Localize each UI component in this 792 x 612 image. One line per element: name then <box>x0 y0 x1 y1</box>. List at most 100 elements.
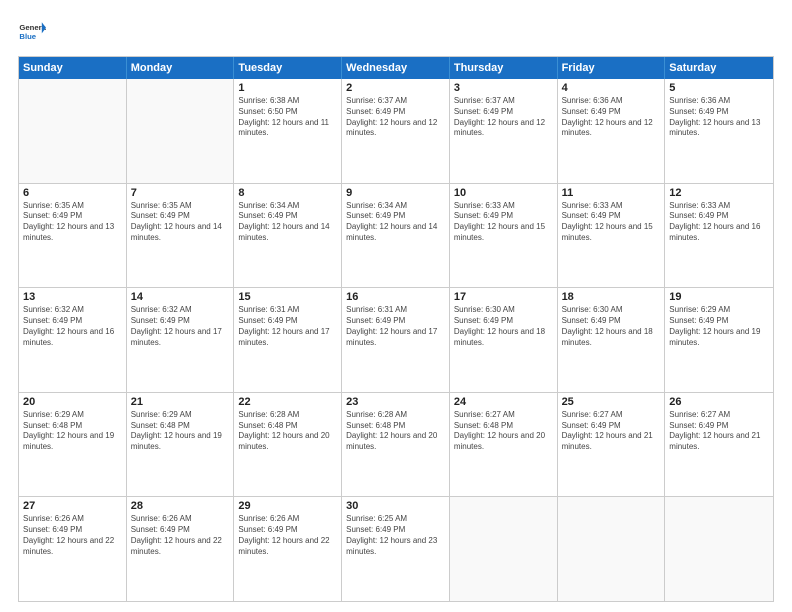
day-number: 28 <box>131 500 230 512</box>
day-number: 14 <box>131 291 230 303</box>
day-cell-17: 17 Sunrise: 6:30 AM Sunset: 6:49 PM Dayli… <box>450 288 558 392</box>
day-cell-20: 20 Sunrise: 6:29 AM Sunset: 6:48 PM Dayli… <box>19 393 127 497</box>
day-cell-18: 18Sunrise: 6:30 AM Sunset: 6:49 PM Dayli… <box>558 288 666 392</box>
day-number: 6 <box>23 187 122 199</box>
header: GeneralBlue <box>18 18 774 46</box>
day-number: 11 <box>562 187 661 199</box>
week-row-2: 6 Sunrise: 6:35 AM Sunset: 6:49 PM Daylig… <box>19 184 773 289</box>
header-day-tuesday: Tuesday <box>234 57 342 79</box>
day-info: Sunrise: 6:31 AM Sunset: 6:49 PM Dayligh… <box>238 305 337 348</box>
week-row-5: 27 Sunrise: 6:26 AM Sunset: 6:49 PM Dayli… <box>19 497 773 601</box>
day-number: 24 <box>454 396 553 408</box>
day-info: Sunrise: 6:27 AM Sunset: 6:49 PM Dayligh… <box>562 410 661 453</box>
day-info: Sunrise: 6:28 AM Sunset: 6:48 PM Dayligh… <box>238 410 337 453</box>
day-cell-15: 15 Sunrise: 6:31 AM Sunset: 6:49 PM Dayli… <box>234 288 342 392</box>
day-number: 1 <box>238 82 337 94</box>
day-number: 12 <box>669 187 769 199</box>
day-cell-23: 23 Sunrise: 6:28 AM Sunset: 6:48 PM Dayli… <box>342 393 450 497</box>
day-info: Sunrise: 6:33 AM Sunset: 6:49 PM Dayligh… <box>669 201 769 244</box>
day-cell-25: 25Sunrise: 6:27 AM Sunset: 6:49 PM Dayli… <box>558 393 666 497</box>
day-number: 19 <box>669 291 769 303</box>
day-cell-12: 12 Sunrise: 6:33 AM Sunset: 6:49 PM Dayli… <box>665 184 773 288</box>
day-info: Sunrise: 6:27 AM Sunset: 6:49 PM Dayligh… <box>669 410 769 453</box>
day-info: Sunrise: 6:26 AM Sunset: 6:49 PM Dayligh… <box>23 514 122 557</box>
day-number: 13 <box>23 291 122 303</box>
day-info: Sunrise: 6:34 AM Sunset: 6:49 PM Dayligh… <box>238 201 337 244</box>
day-cell-1: 1 Sunrise: 6:38 AM Sunset: 6:50 PM Daylig… <box>234 79 342 183</box>
day-number: 29 <box>238 500 337 512</box>
day-info: Sunrise: 6:36 AM Sunset: 6:49 PM Dayligh… <box>669 96 769 139</box>
day-cell-6: 6 Sunrise: 6:35 AM Sunset: 6:49 PM Daylig… <box>19 184 127 288</box>
day-cell-21: 21 Sunrise: 6:29 AM Sunset: 6:48 PM Dayli… <box>127 393 235 497</box>
day-number: 27 <box>23 500 122 512</box>
day-number: 20 <box>23 396 122 408</box>
week-row-3: 13 Sunrise: 6:32 AM Sunset: 6:49 PM Dayli… <box>19 288 773 393</box>
day-number: 8 <box>238 187 337 199</box>
day-info: Sunrise: 6:37 AM Sunset: 6:49 PM Dayligh… <box>346 96 445 139</box>
day-number: 16 <box>346 291 445 303</box>
header-day-monday: Monday <box>127 57 235 79</box>
header-day-sunday: Sunday <box>19 57 127 79</box>
day-info: Sunrise: 6:30 AM Sunset: 6:49 PM Dayligh… <box>454 305 553 348</box>
day-number: 22 <box>238 396 337 408</box>
day-number: 21 <box>131 396 230 408</box>
day-number: 2 <box>346 82 445 94</box>
day-number: 5 <box>669 82 769 94</box>
empty-cell <box>558 497 666 601</box>
day-info: Sunrise: 6:29 AM Sunset: 6:48 PM Dayligh… <box>131 410 230 453</box>
day-number: 17 <box>454 291 553 303</box>
header-day-friday: Friday <box>558 57 666 79</box>
week-row-4: 20 Sunrise: 6:29 AM Sunset: 6:48 PM Dayli… <box>19 393 773 498</box>
empty-cell <box>19 79 127 183</box>
day-info: Sunrise: 6:31 AM Sunset: 6:49 PM Dayligh… <box>346 305 445 348</box>
day-number: 3 <box>454 82 553 94</box>
day-cell-7: 7Sunrise: 6:35 AM Sunset: 6:49 PM Daylig… <box>127 184 235 288</box>
day-info: Sunrise: 6:30 AM Sunset: 6:49 PM Dayligh… <box>562 305 661 348</box>
day-number: 15 <box>238 291 337 303</box>
calendar-body: 1 Sunrise: 6:38 AM Sunset: 6:50 PM Daylig… <box>19 79 773 601</box>
day-info: Sunrise: 6:33 AM Sunset: 6:49 PM Dayligh… <box>454 201 553 244</box>
day-number: 26 <box>669 396 769 408</box>
logo: GeneralBlue <box>18 18 46 46</box>
day-cell-10: 10 Sunrise: 6:33 AM Sunset: 6:49 PM Dayli… <box>450 184 558 288</box>
day-cell-29: 29 Sunrise: 6:26 AM Sunset: 6:49 PM Dayli… <box>234 497 342 601</box>
day-info: Sunrise: 6:29 AM Sunset: 6:49 PM Dayligh… <box>669 305 769 348</box>
day-info: Sunrise: 6:35 AM Sunset: 6:49 PM Dayligh… <box>23 201 122 244</box>
day-number: 10 <box>454 187 553 199</box>
day-cell-24: 24 Sunrise: 6:27 AM Sunset: 6:48 PM Dayli… <box>450 393 558 497</box>
day-info: Sunrise: 6:25 AM Sunset: 6:49 PM Dayligh… <box>346 514 445 557</box>
header-day-saturday: Saturday <box>665 57 773 79</box>
empty-cell <box>665 497 773 601</box>
day-cell-27: 27 Sunrise: 6:26 AM Sunset: 6:49 PM Dayli… <box>19 497 127 601</box>
day-cell-9: 9 Sunrise: 6:34 AM Sunset: 6:49 PM Daylig… <box>342 184 450 288</box>
calendar: SundayMondayTuesdayWednesdayThursdayFrid… <box>18 56 774 602</box>
day-info: Sunrise: 6:26 AM Sunset: 6:49 PM Dayligh… <box>131 514 230 557</box>
day-info: Sunrise: 6:37 AM Sunset: 6:49 PM Dayligh… <box>454 96 553 139</box>
day-info: Sunrise: 6:35 AM Sunset: 6:49 PM Dayligh… <box>131 201 230 244</box>
day-info: Sunrise: 6:32 AM Sunset: 6:49 PM Dayligh… <box>131 305 230 348</box>
day-info: Sunrise: 6:27 AM Sunset: 6:48 PM Dayligh… <box>454 410 553 453</box>
day-cell-14: 14 Sunrise: 6:32 AM Sunset: 6:49 PM Dayli… <box>127 288 235 392</box>
svg-text:Blue: Blue <box>19 32 36 41</box>
day-cell-13: 13Sunrise: 6:32 AM Sunset: 6:49 PM Dayli… <box>19 288 127 392</box>
calendar-header: SundayMondayTuesdayWednesdayThursdayFrid… <box>19 57 773 79</box>
day-cell-3: 3 Sunrise: 6:37 AM Sunset: 6:49 PM Daylig… <box>450 79 558 183</box>
day-cell-19: 19 Sunrise: 6:29 AM Sunset: 6:49 PM Dayli… <box>665 288 773 392</box>
day-info: Sunrise: 6:28 AM Sunset: 6:48 PM Dayligh… <box>346 410 445 453</box>
day-info: Sunrise: 6:26 AM Sunset: 6:49 PM Dayligh… <box>238 514 337 557</box>
day-cell-16: 16 Sunrise: 6:31 AM Sunset: 6:49 PM Dayli… <box>342 288 450 392</box>
day-info: Sunrise: 6:36 AM Sunset: 6:49 PM Dayligh… <box>562 96 661 139</box>
day-info: Sunrise: 6:38 AM Sunset: 6:50 PM Dayligh… <box>238 96 337 139</box>
empty-cell <box>450 497 558 601</box>
day-cell-30: 30 Sunrise: 6:25 AM Sunset: 6:49 PM Dayli… <box>342 497 450 601</box>
day-cell-28: 28 Sunrise: 6:26 AM Sunset: 6:49 PM Dayli… <box>127 497 235 601</box>
day-number: 30 <box>346 500 445 512</box>
day-info: Sunrise: 6:34 AM Sunset: 6:49 PM Dayligh… <box>346 201 445 244</box>
header-day-wednesday: Wednesday <box>342 57 450 79</box>
day-cell-26: 26 Sunrise: 6:27 AM Sunset: 6:49 PM Dayli… <box>665 393 773 497</box>
page: GeneralBlue SundayMondayTuesdayWednesday… <box>0 0 792 612</box>
day-number: 23 <box>346 396 445 408</box>
header-day-thursday: Thursday <box>450 57 558 79</box>
day-number: 9 <box>346 187 445 199</box>
day-info: Sunrise: 6:29 AM Sunset: 6:48 PM Dayligh… <box>23 410 122 453</box>
